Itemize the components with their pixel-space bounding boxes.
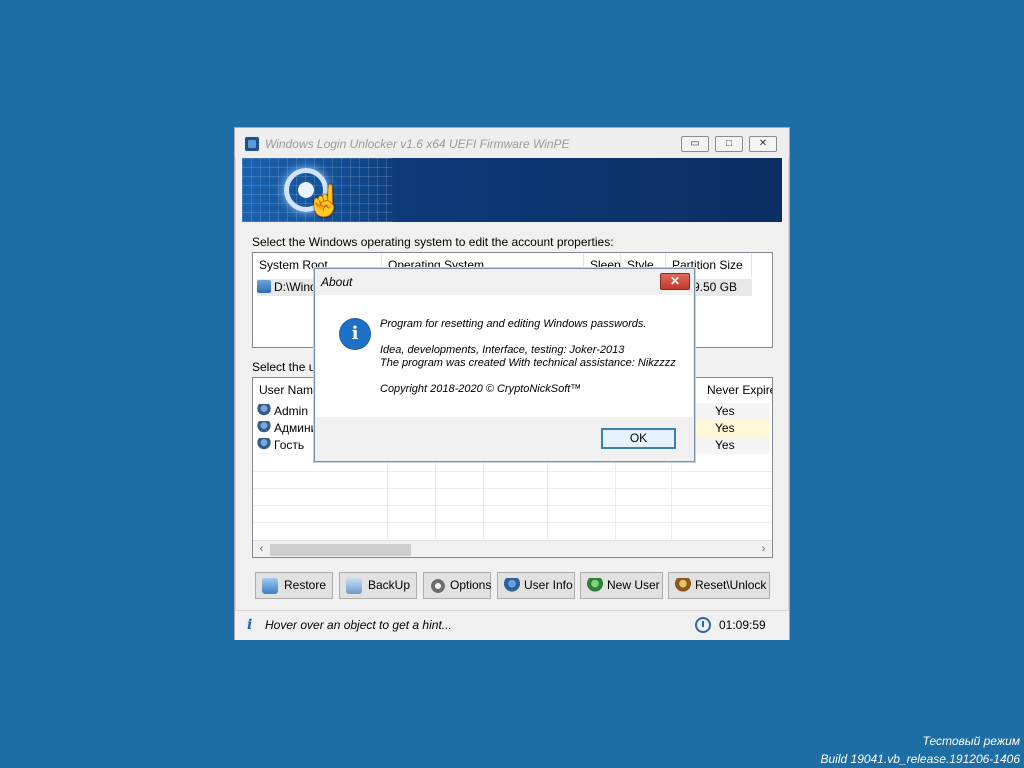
info-icon: i xyxy=(340,319,370,349)
user-name-cell: Админи xyxy=(274,421,318,435)
status-hint: Hover over an object to get a hint... xyxy=(265,618,452,632)
backup-button[interactable]: BackUp xyxy=(339,572,417,599)
window-title: Windows Login Unlocker v1.6 x64 UEFI Fir… xyxy=(265,137,570,151)
grid-line xyxy=(253,471,772,472)
restore-button[interactable]: Restore xyxy=(255,572,333,599)
grid-line xyxy=(253,488,772,489)
about-line: Program for resetting and editing Window… xyxy=(380,318,647,330)
copyright-line: Copyright 2018-2020 © CryptoNickSoft™ xyxy=(380,383,582,395)
os-section-label: Select the Windows operating system to e… xyxy=(252,235,614,249)
user-info-label: User Info xyxy=(524,578,573,592)
user-icon xyxy=(257,404,271,417)
pointer-hand-icon: ☝ xyxy=(306,185,344,218)
user-info-button[interactable]: User Info xyxy=(497,572,575,599)
reset-unlock-label: Reset\Unlock xyxy=(695,578,767,592)
scroll-right-icon[interactable]: › xyxy=(755,541,772,557)
dialog-body: i Program for resetting and editing Wind… xyxy=(316,295,693,417)
backup-label: BackUp xyxy=(368,578,411,592)
info-icon: i xyxy=(247,617,253,633)
reset-unlock-icon xyxy=(675,578,691,594)
dialog-title-bar[interactable]: About ✕ xyxy=(315,269,694,295)
header-banner: ☝ xyxy=(242,158,782,222)
grid-line xyxy=(253,522,772,523)
status-time: 01:09:59 xyxy=(719,618,766,632)
app-icon xyxy=(245,137,259,151)
user-icon xyxy=(257,438,271,451)
clock-icon xyxy=(695,617,711,633)
scroll-left-icon[interactable]: ‹ xyxy=(253,541,270,557)
about-line: Idea, developments, Interface, testing: … xyxy=(380,344,625,356)
restore-label: Restore xyxy=(284,578,327,592)
dialog-title: About xyxy=(321,275,353,289)
user-name-cell: Admin xyxy=(274,404,309,418)
about-dialog: About ✕ i Program for resetting and edit… xyxy=(314,268,695,462)
user-name-cell: Гость xyxy=(274,438,305,452)
never-expire-cell: Yes xyxy=(695,437,770,454)
user-info-icon xyxy=(504,578,520,594)
dialog-close-button[interactable]: ✕ xyxy=(660,273,690,290)
about-line: The program was created With technical a… xyxy=(380,357,676,369)
user-icon xyxy=(257,421,271,434)
scroll-thumb[interactable] xyxy=(270,544,411,556)
never-expire-cell: Yes xyxy=(695,420,770,437)
partition-size-cell: 9.50 GB xyxy=(693,280,738,294)
options-button[interactable]: Options xyxy=(423,572,491,599)
maximize-button[interactable]: □ xyxy=(715,136,743,152)
close-button[interactable]: ✕ xyxy=(749,136,777,152)
backup-icon xyxy=(346,578,362,594)
new-user-label: New User xyxy=(607,578,660,592)
restore-icon xyxy=(262,578,278,594)
options-icon xyxy=(430,578,446,594)
reset-unlock-button[interactable]: Reset\Unlock xyxy=(668,572,770,599)
options-label: Options xyxy=(450,578,492,592)
horizontal-scrollbar[interactable]: ‹ › xyxy=(253,540,772,557)
grid-line xyxy=(253,505,772,506)
test-mode-watermark: Тестовый режим xyxy=(922,734,1020,748)
drive-icon xyxy=(257,280,271,293)
never-expire-cell: Yes xyxy=(695,403,770,420)
status-bar: i Hover over an object to get a hint... … xyxy=(235,610,789,640)
build-watermark: Build 19041.vb_release.191206-1406 xyxy=(820,752,1021,766)
title-bar[interactable]: Windows Login Unlocker v1.6 x64 UEFI Fir… xyxy=(235,128,789,158)
new-user-icon xyxy=(587,578,603,594)
ok-button[interactable]: OK xyxy=(601,428,676,449)
new-user-button[interactable]: New User xyxy=(580,572,663,599)
minimize-button[interactable]: ▭ xyxy=(681,136,709,152)
